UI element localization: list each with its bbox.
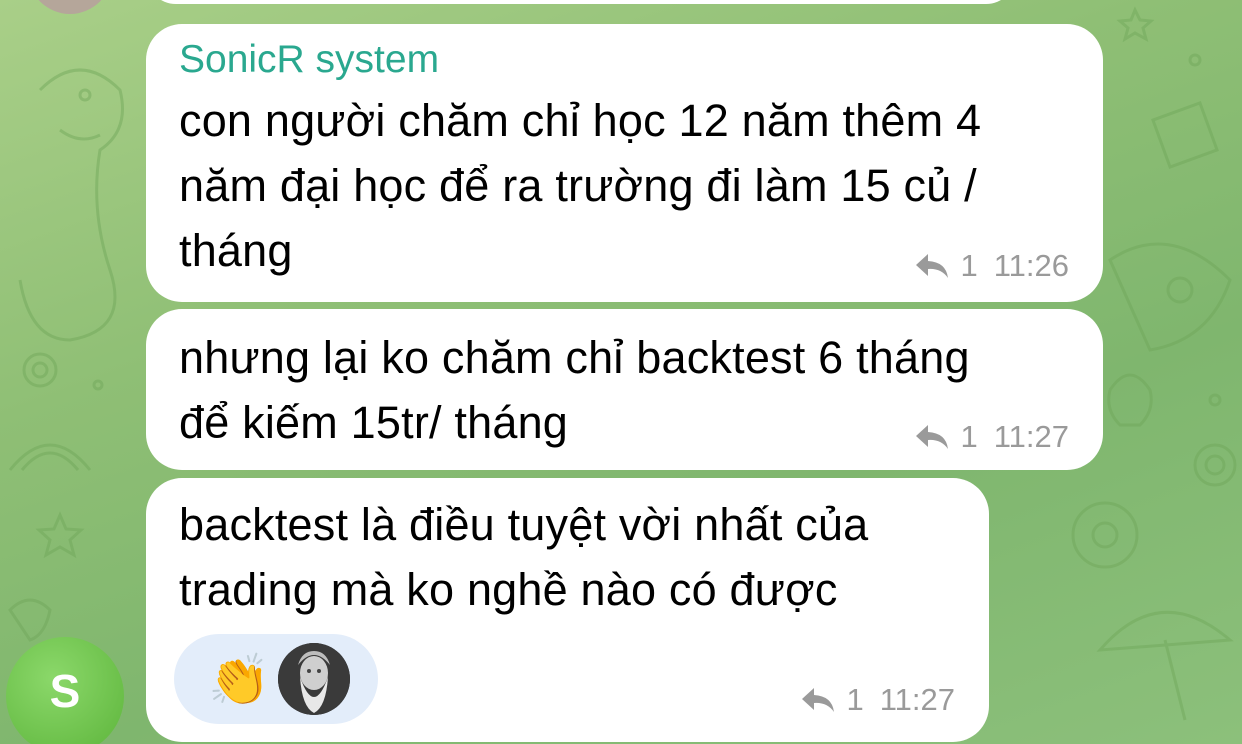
message-time: 11:26 <box>993 248 1069 283</box>
reply-count[interactable]: 1 <box>960 419 977 455</box>
previous-message-bubble <box>146 0 1016 4</box>
message-time: 11:27 <box>879 682 955 717</box>
message-time: 11:27 <box>993 419 1069 454</box>
reply-count-icon[interactable] <box>914 423 950 451</box>
message-bubble[interactable]: nhưng lại ko chăm chỉ backtest 6 tháng đ… <box>146 309 1103 470</box>
reply-count[interactable]: 1 <box>846 682 863 718</box>
reply-count-icon[interactable] <box>914 252 950 280</box>
message-text: backtest là điều tuyệt vời nhất của trad… <box>179 499 869 615</box>
sender-avatar[interactable]: S <box>6 637 124 744</box>
portrait-icon <box>278 643 350 715</box>
message-meta: 1 11:26 <box>914 248 1069 284</box>
reply-count[interactable]: 1 <box>960 248 977 284</box>
message-bubble[interactable]: backtest là điều tuyệt vời nhất của trad… <box>146 478 989 742</box>
message-meta: 1 11:27 <box>914 419 1069 455</box>
message-meta: 1 11:27 <box>800 682 955 718</box>
reactor-avatar[interactable] <box>278 643 350 715</box>
previous-sender-avatar[interactable] <box>28 0 112 14</box>
reply-count-icon[interactable] <box>800 686 836 714</box>
reaction-pill[interactable]: 👏 <box>174 634 378 724</box>
sender-name[interactable]: SonicR system <box>179 38 439 82</box>
clapping-hands-emoji[interactable]: 👏 <box>208 653 270 707</box>
message-bubble[interactable]: SonicR system con người chăm chỉ học 12 … <box>146 24 1103 302</box>
